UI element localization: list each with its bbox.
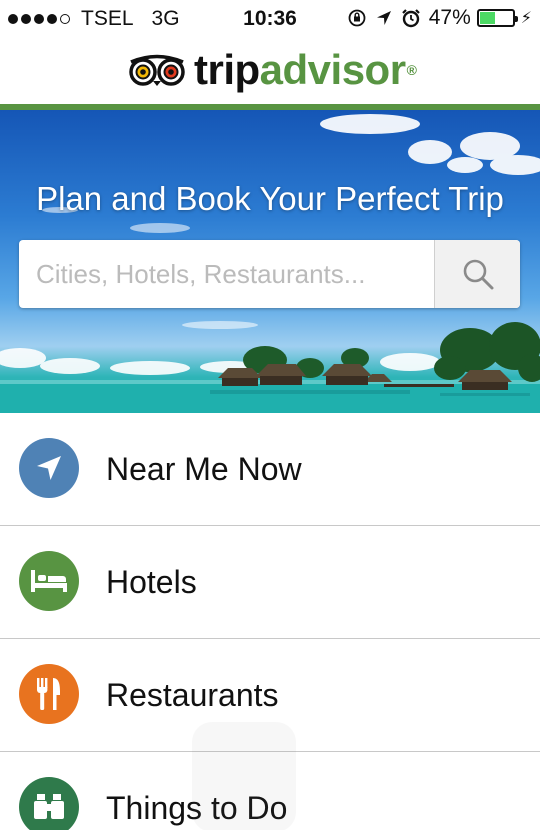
assistive-touch-overlay[interactable] [192,722,296,830]
hero-banner: Plan and Book Your Perfect Trip [0,110,540,413]
status-bar: TSEL 3G 10:36 47% ⚡︎ [0,0,540,36]
logo-text-advisor: advisor [259,46,406,93]
binoculars-icon [34,794,64,819]
menu-item-near-me-now[interactable]: Near Me Now [0,413,540,526]
menu-item-hotels[interactable]: Hotels [0,526,540,639]
search-input[interactable] [19,240,433,308]
restaurants-icon-circle [19,664,79,724]
logo-text-trip: trip [194,46,260,93]
logo-wordmark: tripadvisor® [194,46,417,93]
battery-icon [476,9,518,27]
bed-icon [31,570,67,592]
tripadvisor-logo[interactable]: tripadvisor® [128,46,417,93]
orientation-lock-icon [347,8,367,28]
battery-percent: 47% [428,6,471,29]
charging-bolt-icon: ⚡︎ [520,10,532,27]
menu-item-label: Hotels [106,564,197,600]
hotels-icon-circle [19,551,79,611]
battery-level [479,12,495,24]
search-button[interactable] [434,240,520,308]
menu-item-label: Restaurants [106,677,279,713]
things-to-do-icon-circle [19,777,79,830]
near-me-icon-circle [19,438,79,498]
location-arrow-icon [37,456,61,480]
app-header: tripadvisor® [0,36,540,104]
registered-mark: ® [406,62,417,78]
fork-knife-icon [37,678,60,710]
battery-tip [514,16,518,22]
location-arrow-icon [375,9,393,27]
hero-title: Plan and Book Your Perfect Trip [36,180,504,217]
search-bar [19,240,520,308]
alarm-clock-icon [401,8,421,28]
menu-item-label: Near Me Now [106,451,302,487]
status-right: 47% ⚡︎ [347,6,532,30]
owl-eyes-icon [129,54,185,86]
search-icon [463,259,493,290]
